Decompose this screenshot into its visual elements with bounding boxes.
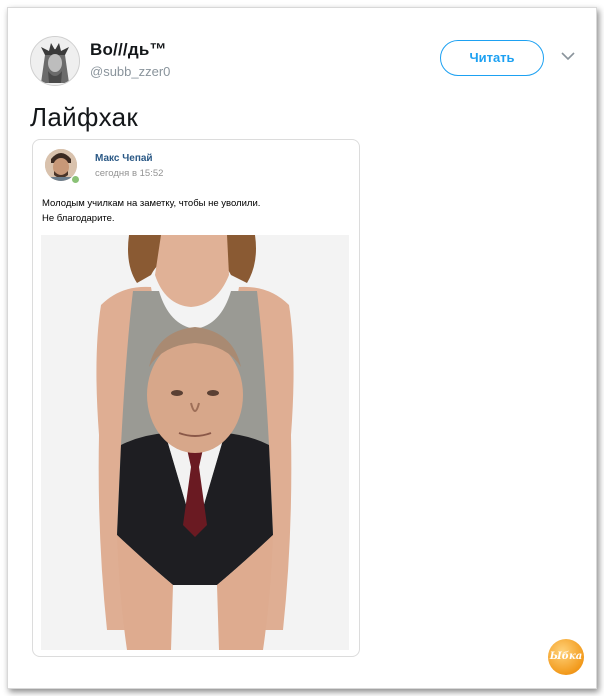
- post-text-line: Не благодарите.: [42, 213, 115, 224]
- avatar-image: [31, 37, 79, 85]
- chevron-down-icon[interactable]: [558, 46, 578, 66]
- user-handle[interactable]: @subb_zzer0: [90, 64, 170, 79]
- follow-button[interactable]: Читать: [440, 40, 544, 76]
- watermark-logo: Ыбка: [548, 639, 584, 675]
- post-text: Молодым училкам на заметку, чтобы не уво…: [42, 196, 342, 226]
- post-timestamp[interactable]: сегодня в 15:52: [95, 168, 163, 179]
- tweet-header: Во///дь™ @subb_zzer0 Читать: [30, 36, 580, 92]
- embedded-post[interactable]: Макс Чепай сегодня в 15:52 Молодым училк…: [32, 139, 360, 657]
- avatar[interactable]: [30, 36, 80, 86]
- post-photo[interactable]: [41, 235, 349, 650]
- screenshot-frame: Во///дь™ @subb_zzer0 Читать Лайфхак Макс…: [7, 7, 597, 689]
- online-indicator: [71, 175, 80, 184]
- display-name[interactable]: Во///дь™: [90, 40, 167, 60]
- post-author-name[interactable]: Макс Чепай: [95, 153, 153, 164]
- post-text-line: Молодым училкам на заметку, чтобы не уво…: [42, 198, 261, 209]
- tweet-text: Лайфхак: [30, 102, 139, 132]
